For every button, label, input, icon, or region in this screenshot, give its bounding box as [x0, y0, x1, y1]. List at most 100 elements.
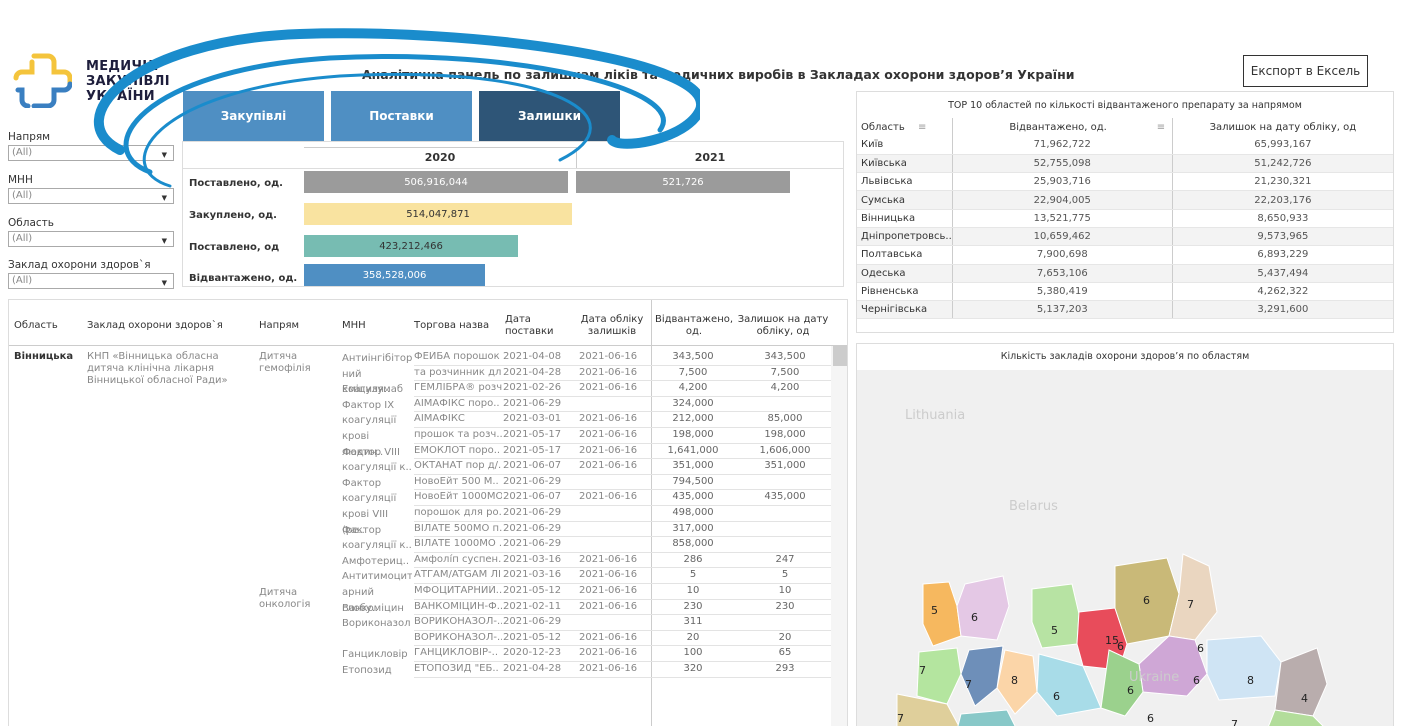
detail-stock-date-cell: 2021-06-16 — [579, 444, 638, 456]
detail-supply-date-cell: 2020-12-23 — [503, 647, 562, 659]
map-region-count[interactable]: 7 — [965, 678, 972, 691]
row-divider — [414, 505, 831, 506]
detail-supply-date-cell: 2021-06-07 — [503, 491, 562, 503]
top10-stock-cell: 3,291,600 — [1172, 300, 1393, 320]
detail-stock-date-cell: 2021-06-16 — [579, 585, 638, 596]
map-panel[interactable]: Кількість закладів охорони здоров’я по о… — [856, 343, 1394, 726]
map-region-count[interactable]: 6 — [1147, 712, 1154, 725]
row-divider — [414, 536, 831, 538]
tab-purchases[interactable]: Закупівлі — [183, 91, 324, 141]
sort-icon[interactable]: ≡ — [918, 122, 926, 133]
detail-stock-cell: 5 — [781, 569, 789, 581]
top10-shipped-cell: 5,380,419 — [952, 282, 1173, 302]
chevron-down-icon: ▼ — [161, 194, 167, 202]
top10-row[interactable]: Рівненська 5,380,419 4,262,322 — [857, 282, 1393, 302]
top10-shipped-cell: 13,521,775 — [952, 209, 1173, 228]
detail-supply-date-cell: 2021-05-12 — [503, 585, 562, 596]
map-region-count[interactable]: 5 — [931, 604, 938, 617]
detail-shipped-cell: 317,000 — [672, 522, 714, 534]
map-region-count[interactable]: 7 — [919, 664, 926, 677]
row-divider — [414, 520, 831, 522]
filter-facility-value: (All) — [12, 275, 33, 286]
detail-supply-date-cell: 2021-03-16 — [503, 569, 562, 581]
export-excel-button[interactable]: Експорт в Ексель — [1243, 55, 1368, 87]
detail-trade-name-cell: порошок для ро.. — [414, 507, 502, 518]
filter-region-select[interactable]: (All) ▼ — [8, 231, 174, 247]
top10-header-region[interactable]: Область ≡ — [857, 118, 953, 136]
map-region-count[interactable]: 6 — [1143, 594, 1150, 607]
top10-row[interactable]: Вінницька 13,521,775 8,650,933 — [857, 209, 1393, 228]
top10-row[interactable]: Полтавська 7,900,698 6,893,229 — [857, 245, 1393, 265]
map-region-count[interactable]: 8 — [1247, 674, 1254, 687]
detail-supply-date-cell: 2021-06-29 — [503, 475, 562, 487]
detail-shipped-cell: 212,000 — [672, 413, 714, 425]
detail-stock-date-cell: 2021-06-16 — [579, 366, 638, 378]
top10-row[interactable]: Дніпропетровсь.. 10,659,462 9,573,965 — [857, 227, 1393, 247]
detail-trade-name-cell: ВАНКОМІЦИН-Ф.. — [414, 600, 502, 612]
detail-shipped-cell: 435,000 — [672, 491, 714, 503]
detail-stock-cell: 65 — [778, 647, 792, 659]
detail-supply-date-cell: 2021-06-29 — [503, 507, 562, 518]
top10-row[interactable]: Київська 52,755,098 51,242,726 — [857, 154, 1393, 174]
detail-supply-date-cell: 2021-03-16 — [503, 553, 562, 565]
tab-supplies[interactable]: Поставки — [331, 91, 472, 141]
top10-row[interactable]: Київ 71,962,722 65,993,167 — [857, 136, 1393, 155]
filter-facility-select[interactable]: (All) ▼ — [8, 273, 174, 289]
detail-trade-name-cell: ГЕМЛІБРА® розч.. — [414, 382, 502, 394]
filter-inn-select[interactable]: (All) ▼ — [8, 188, 174, 204]
map-region-count[interactable]: 7 — [1231, 718, 1238, 726]
map-region-count[interactable]: 6 — [1193, 674, 1200, 687]
detail-stock-cell: 343,500 — [764, 351, 806, 362]
detail-trade-name-cell: ЕМОКЛОТ поро.. — [414, 444, 501, 456]
tab-stock[interactable]: Залишки — [479, 91, 620, 141]
top10-title: ТОР 10 областей по кількості відвантажен… — [948, 100, 1302, 111]
map-region-count[interactable]: 6 — [1127, 684, 1134, 697]
detail-trade-name-cell: ВОРИКОНАЗОЛ-.. — [414, 631, 502, 643]
top10-shipped-cell: 7,900,698 — [952, 245, 1173, 265]
detail-trade-name-cell: та розчинник дл.. — [414, 366, 502, 378]
detail-stock-cell: 7,500 — [770, 366, 800, 378]
top10-header-stock[interactable]: Залишок на дату обліку, од — [1172, 118, 1393, 136]
logo-cross-icon — [13, 53, 72, 108]
detail-stock-date-cell: 2021-06-16 — [579, 491, 638, 503]
map-region-count[interactable]: 7 — [897, 712, 904, 725]
top10-row[interactable]: Чернігівська 5,137,203 3,291,600 — [857, 300, 1393, 320]
top10-row[interactable]: Львівська 25,903,716 21,230,321 — [857, 172, 1393, 192]
map-region-count[interactable]: 6 — [1053, 690, 1060, 703]
detail-shipped-cell: 794,500 — [672, 475, 714, 487]
top10-shipped-cell: 10,659,462 — [952, 227, 1173, 247]
map-region-count[interactable]: 6 — [1197, 642, 1204, 655]
top10-stock-cell: 4,262,322 — [1172, 282, 1393, 302]
map-region-count[interactable]: 4 — [1301, 692, 1308, 705]
sort-icon[interactable]: ≡ — [1157, 122, 1165, 133]
detail-stock-date-cell: 2021-06-16 — [579, 553, 638, 565]
detail-shipped-cell: 858,000 — [672, 538, 714, 550]
detail-shipped-cell: 5 — [689, 569, 697, 581]
map-region-count[interactable]: 7 — [1187, 598, 1194, 611]
top10-row[interactable]: Одеська 7,653,106 5,437,494 — [857, 264, 1393, 283]
ukraine-regions-map[interactable] — [857, 344, 1394, 726]
detail-supply-date-cell: 2021-06-29 — [503, 616, 562, 628]
filter-direction-select[interactable]: (All) ▼ — [8, 145, 174, 161]
map-region-count[interactable]: 6 — [1117, 640, 1124, 653]
summary-label-purchased: Закуплено, од. — [189, 210, 277, 221]
scrollbar[interactable] — [831, 346, 847, 726]
detail-region-cell: Вінницька — [14, 351, 74, 362]
detail-inn-cell: Амфотериц.. — [342, 555, 410, 567]
map-region-count[interactable]: 5 — [1051, 624, 1058, 637]
map-region-count[interactable]: 6 — [971, 611, 978, 624]
map-region-count[interactable]: 8 — [1011, 674, 1018, 687]
detail-stock-date-cell: 2021-06-16 — [579, 647, 638, 659]
detail-inn-cell: Ванкоміцин — [342, 602, 404, 614]
detail-stock-cell: 1,606,000 — [759, 444, 811, 456]
row-divider — [414, 411, 831, 413]
detail-stock-date-cell: 2021-06-16 — [579, 382, 638, 394]
summary-bar-delivered-2020: 423,212,466 — [304, 235, 518, 257]
detail-supply-date-cell: 2021-06-29 — [503, 522, 562, 534]
top10-header-shipped[interactable]: Відвантажено, од. ≡ — [952, 118, 1173, 136]
detail-supply-date-cell: 2021-02-11 — [503, 600, 562, 612]
detail-stock-cell: 85,000 — [767, 413, 803, 425]
top10-row[interactable]: Сумська 22,904,005 22,203,176 — [857, 190, 1393, 210]
detail-shipped-cell: 498,000 — [672, 507, 714, 518]
detail-header-trade-name: Торгова назва — [414, 320, 490, 331]
